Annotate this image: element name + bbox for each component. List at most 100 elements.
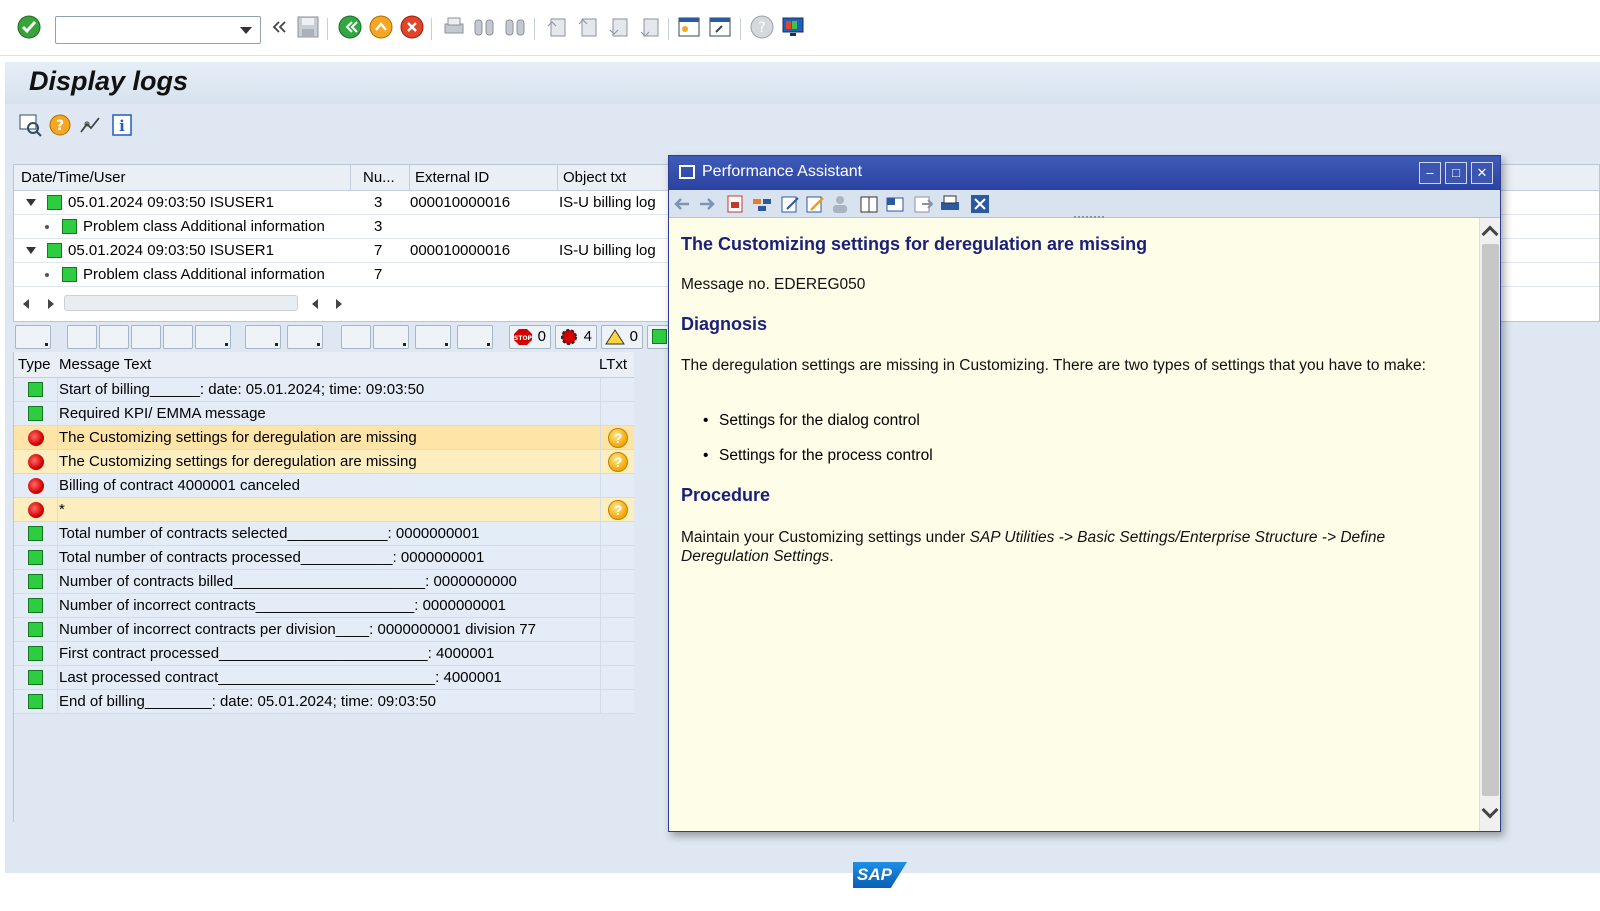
column-header-type[interactable]: Type xyxy=(18,356,51,373)
scroll-left-icon[interactable] xyxy=(23,299,29,309)
success-icon xyxy=(28,622,43,637)
message-row[interactable]: *? xyxy=(14,498,634,522)
save-icon[interactable] xyxy=(295,14,321,40)
error-icon xyxy=(25,451,47,473)
scroll-left-icon[interactable] xyxy=(312,299,318,309)
sort-icon[interactable] xyxy=(99,325,129,349)
sum-icon[interactable] xyxy=(245,325,281,349)
find-icon[interactable] xyxy=(471,14,497,40)
ltxt-cell xyxy=(600,546,634,570)
message-text: The Customizing settings for deregulatio… xyxy=(59,429,417,446)
filter-icon[interactable] xyxy=(195,325,231,349)
message-row[interactable]: Number of contracts billed______________… xyxy=(14,570,634,594)
export-icon[interactable] xyxy=(912,193,934,215)
chevron-up-icon[interactable] xyxy=(1481,225,1499,243)
details-icon[interactable] xyxy=(67,325,97,349)
print-icon[interactable] xyxy=(939,193,961,215)
print-icon[interactable] xyxy=(341,325,371,349)
maximize-button[interactable]: □ xyxy=(1445,162,1467,184)
expand-caret-icon[interactable] xyxy=(26,247,36,254)
print-icon[interactable] xyxy=(441,14,467,40)
views-icon[interactable] xyxy=(373,325,409,349)
scroll-thumb[interactable] xyxy=(64,295,298,311)
find-icon[interactable] xyxy=(131,325,161,349)
info-icon[interactable]: i xyxy=(109,112,135,138)
chevron-down-icon[interactable] xyxy=(1481,801,1499,819)
scroll-thumb[interactable] xyxy=(1482,244,1499,796)
shortcut-icon[interactable] xyxy=(707,14,733,40)
double-chevron-left-icon[interactable] xyxy=(266,14,292,40)
type-cell xyxy=(14,474,58,498)
message-row[interactable]: The Customizing settings for deregulatio… xyxy=(14,450,634,474)
edit-icon[interactable] xyxy=(779,193,801,215)
scroll-right-icon[interactable] xyxy=(48,299,54,309)
message-row[interactable]: Number of incorrect contracts per divisi… xyxy=(14,618,634,642)
message-row[interactable]: Number of incorrect contracts___________… xyxy=(14,594,634,618)
status-bar xyxy=(0,873,1600,911)
vertical-scrollbar[interactable] xyxy=(1479,218,1500,831)
message-row[interactable]: End of billing________: date: 05.01.2024… xyxy=(14,690,634,714)
scroll-right-icon[interactable] xyxy=(336,299,342,309)
long-text-help-icon[interactable]: ? xyxy=(608,500,628,520)
previous-page-icon[interactable] xyxy=(575,14,601,40)
layout-icon[interactable] xyxy=(457,325,493,349)
arrow-back-icon[interactable] xyxy=(671,193,693,215)
arrow-forward-icon[interactable] xyxy=(696,193,718,215)
success-icon xyxy=(28,526,43,541)
create-session-icon[interactable] xyxy=(676,14,702,40)
book-icon[interactable] xyxy=(858,193,880,215)
message-row[interactable]: Total number of contracts selected______… xyxy=(14,522,634,546)
message-row[interactable]: Required KPI/ EMMA message xyxy=(14,402,634,426)
minimize-button[interactable]: – xyxy=(1419,162,1441,184)
chevron-down-icon[interactable] xyxy=(240,27,252,34)
find-next-icon[interactable] xyxy=(163,325,193,349)
message-row[interactable]: The Customizing settings for deregulatio… xyxy=(14,426,634,450)
layout-icon[interactable] xyxy=(884,193,906,215)
success-icon xyxy=(28,550,43,565)
column-header-object-txt[interactable]: Object txt xyxy=(563,169,626,186)
log-display-icon[interactable] xyxy=(17,112,43,138)
enter-check-icon[interactable] xyxy=(16,14,42,40)
type-cell xyxy=(14,450,58,474)
user-icon[interactable] xyxy=(830,193,852,215)
long-text-help-icon[interactable]: ? xyxy=(608,452,628,472)
message-row[interactable]: Start of billing______: date: 05.01.2024… xyxy=(14,378,634,402)
error-count-button[interactable]: 4 xyxy=(555,325,597,349)
subtotal-icon[interactable] xyxy=(287,325,323,349)
message-row[interactable]: First contract processed________________… xyxy=(14,642,634,666)
stop-count-button[interactable]: STOP 0 xyxy=(509,325,551,349)
help-icon[interactable]: ? xyxy=(749,14,775,40)
next-page-icon[interactable] xyxy=(606,14,632,40)
command-field[interactable] xyxy=(55,16,261,44)
warning-count-button[interactable]: 0 xyxy=(601,325,643,349)
message-row[interactable]: Last processed contract_________________… xyxy=(14,666,634,690)
column-header-date-time-user[interactable]: Date/Time/User xyxy=(21,169,125,186)
close-button[interactable]: ✕ xyxy=(1471,162,1493,184)
back-icon[interactable] xyxy=(337,14,363,40)
export-icon[interactable] xyxy=(415,325,451,349)
close-icon[interactable] xyxy=(969,193,991,215)
technical-info-icon[interactable] xyxy=(77,112,103,138)
first-page-icon[interactable] xyxy=(544,14,570,40)
cancel-icon[interactable] xyxy=(399,14,425,40)
message-row[interactable]: Total number of contracts processed_____… xyxy=(14,546,634,570)
column-header-external-id[interactable]: External ID xyxy=(415,169,489,186)
column-header-message-text[interactable]: Message Text xyxy=(59,356,151,373)
column-header-number[interactable]: Nu... xyxy=(363,169,395,186)
structure-icon[interactable] xyxy=(751,193,773,215)
message-text: Last processed contract_________________… xyxy=(59,669,502,686)
help-icon[interactable]: ? xyxy=(47,112,73,138)
long-text-help-icon[interactable]: ? xyxy=(608,428,628,448)
customize-layout-icon[interactable] xyxy=(780,14,806,40)
edit-link-icon[interactable] xyxy=(804,193,826,215)
message-row[interactable]: Billing of contract 4000001 canceled xyxy=(14,474,634,498)
exit-icon[interactable] xyxy=(368,14,394,40)
popup-title-bar[interactable]: Performance Assistant – □ ✕ xyxy=(669,156,1500,190)
technical-info-icon[interactable] xyxy=(15,325,51,349)
find-next-icon[interactable] xyxy=(502,14,528,40)
column-header-ltxt[interactable]: LTxt xyxy=(599,356,627,373)
green-status-icon xyxy=(47,243,62,258)
document-icon[interactable] xyxy=(724,193,746,215)
expand-caret-icon[interactable] xyxy=(26,199,36,206)
last-page-icon[interactable] xyxy=(637,14,663,40)
